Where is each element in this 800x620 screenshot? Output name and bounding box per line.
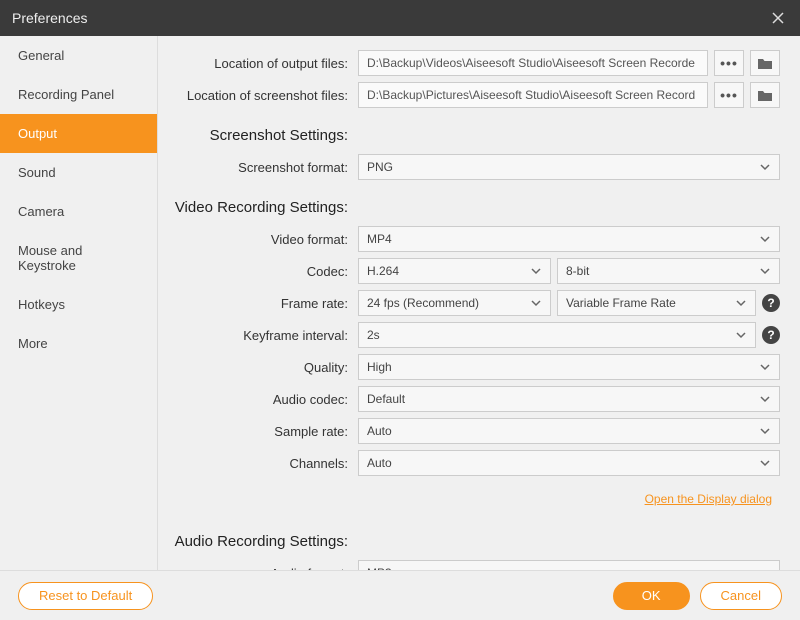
content-pane: Location of output files: ••• Location o… <box>158 36 800 570</box>
chevron-down-icon <box>735 296 747 310</box>
chevron-down-icon <box>759 160 771 174</box>
chevron-down-icon <box>759 232 771 246</box>
open-output-folder-button[interactable] <box>750 50 780 76</box>
chevron-down-icon <box>759 264 771 278</box>
sidebar-item-general[interactable]: General <box>0 36 157 75</box>
chevron-down-icon <box>759 424 771 438</box>
chevron-down-icon <box>530 264 542 278</box>
sidebar-item-mouse-and-keystroke[interactable]: Mouse and Keystroke <box>0 231 157 285</box>
framerate-mode-select[interactable]: Variable Frame Rate <box>557 290 756 316</box>
output-path-input[interactable] <box>358 50 708 76</box>
screenshot-format-select[interactable]: PNG <box>358 154 780 180</box>
ok-button[interactable]: OK <box>613 582 690 610</box>
reset-to-default-button[interactable]: Reset to Default <box>18 582 153 610</box>
framerate-select[interactable]: 24 fps (Recommend) <box>358 290 551 316</box>
sidebar: GeneralRecording PanelOutputSoundCameraM… <box>0 36 158 570</box>
close-icon[interactable] <box>768 8 788 28</box>
folder-icon <box>757 57 773 70</box>
footer: Reset to Default OK Cancel <box>0 570 800 620</box>
audio-format-select[interactable]: MP3 <box>358 560 780 570</box>
video-samplerate-select[interactable]: Auto <box>358 418 780 444</box>
keyframe-label: Keyframe interval: <box>158 328 358 343</box>
cancel-button[interactable]: Cancel <box>700 582 782 610</box>
sidebar-item-recording-panel[interactable]: Recording Panel <box>0 75 157 114</box>
ellipsis-icon: ••• <box>720 56 738 70</box>
ellipsis-icon: ••• <box>720 88 738 102</box>
keyframe-select[interactable]: 2s <box>358 322 756 348</box>
framerate-label: Frame rate: <box>158 296 358 311</box>
open-screenshot-folder-button[interactable] <box>750 82 780 108</box>
framerate-help-icon[interactable]: ? <box>762 294 780 312</box>
video-format-select[interactable]: MP4 <box>358 226 780 252</box>
sidebar-item-more[interactable]: More <box>0 324 157 363</box>
browse-screenshot-button[interactable]: ••• <box>714 82 744 108</box>
video-channels-label: Channels: <box>158 456 358 471</box>
video-quality-select[interactable]: High <box>358 354 780 380</box>
titlebar: Preferences <box>0 0 800 36</box>
screenshot-path-input[interactable] <box>358 82 708 108</box>
video-audiocodec-label: Audio codec: <box>158 392 358 407</box>
chevron-down-icon <box>759 392 771 406</box>
output-path-label: Location of output files: <box>158 56 358 71</box>
video-codec-select[interactable]: H.264 <box>358 258 551 284</box>
chevron-down-icon <box>735 328 747 342</box>
screenshot-section-head: Screenshot Settings: <box>158 127 358 144</box>
screenshot-path-label: Location of screenshot files: <box>158 88 358 103</box>
video-audiocodec-select[interactable]: Default <box>358 386 780 412</box>
open-display-dialog-link[interactable]: Open the Display dialog <box>645 492 772 506</box>
sidebar-item-camera[interactable]: Camera <box>0 192 157 231</box>
browse-output-button[interactable]: ••• <box>714 50 744 76</box>
video-quality-label: Quality: <box>158 360 358 375</box>
audio-section-head: Audio Recording Settings: <box>158 533 358 550</box>
chevron-down-icon <box>759 456 771 470</box>
video-codec-bits-select[interactable]: 8-bit <box>557 258 780 284</box>
screenshot-format-label: Screenshot format: <box>158 160 358 175</box>
video-section-head: Video Recording Settings: <box>158 199 358 216</box>
video-codec-label: Codec: <box>158 264 358 279</box>
folder-icon <box>757 89 773 102</box>
sidebar-item-output[interactable]: Output <box>0 114 157 153</box>
sidebar-item-sound[interactable]: Sound <box>0 153 157 192</box>
sidebar-item-hotkeys[interactable]: Hotkeys <box>0 285 157 324</box>
chevron-down-icon <box>530 296 542 310</box>
window-title: Preferences <box>12 10 768 26</box>
chevron-down-icon <box>759 360 771 374</box>
video-format-label: Video format: <box>158 232 358 247</box>
keyframe-help-icon[interactable]: ? <box>762 326 780 344</box>
video-channels-select[interactable]: Auto <box>358 450 780 476</box>
video-samplerate-label: Sample rate: <box>158 424 358 439</box>
